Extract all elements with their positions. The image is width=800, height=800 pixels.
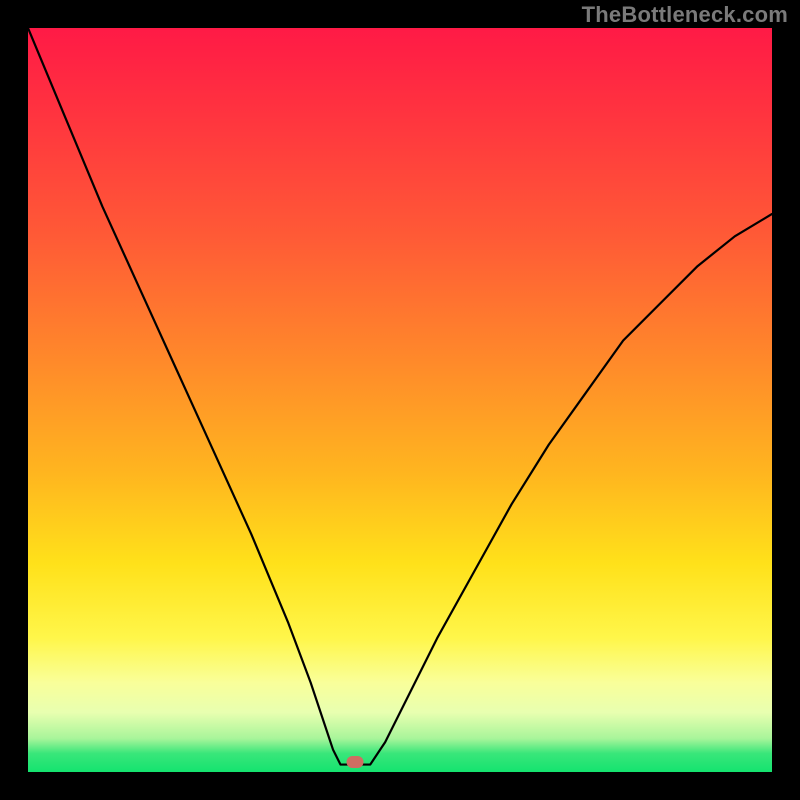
bottleneck-curve bbox=[28, 28, 772, 772]
curve-path bbox=[28, 28, 772, 765]
chart-frame: TheBottleneck.com bbox=[0, 0, 800, 800]
plot-area bbox=[28, 28, 772, 772]
minimum-marker bbox=[347, 756, 364, 768]
watermark-label: TheBottleneck.com bbox=[582, 2, 788, 28]
